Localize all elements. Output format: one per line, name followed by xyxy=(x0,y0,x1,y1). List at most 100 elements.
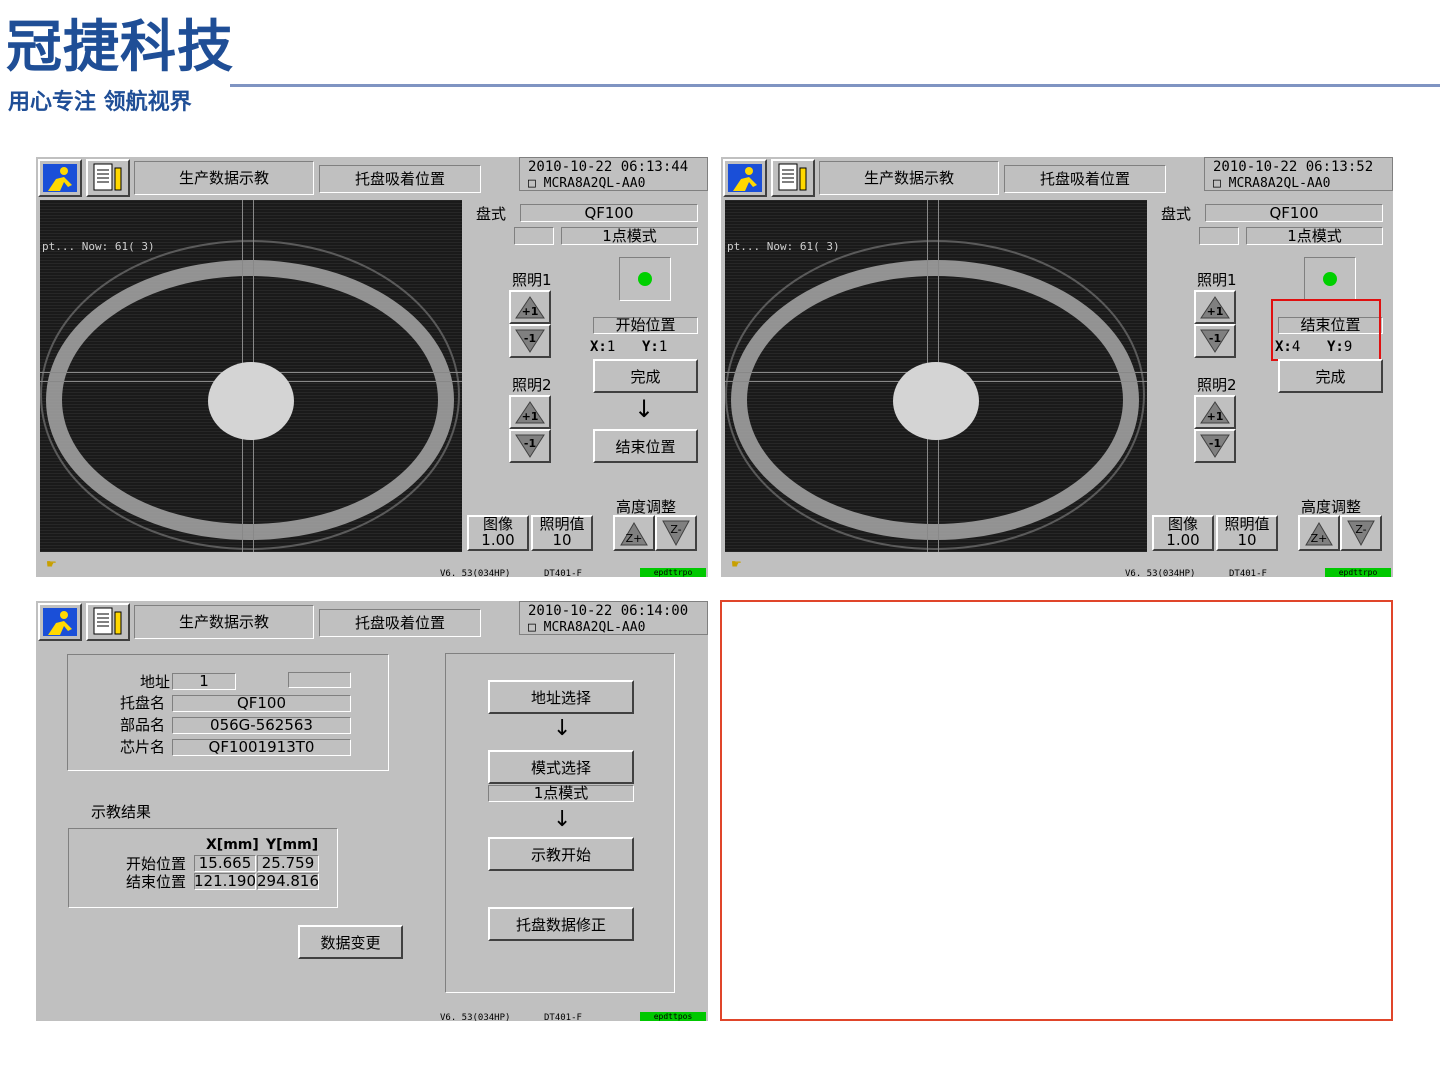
document-icon xyxy=(93,163,122,191)
mode-value: 1点模式 xyxy=(1246,227,1383,245)
light-value-button[interactable]: 照明值 10 xyxy=(1216,515,1278,551)
tray-value: QF100 xyxy=(1205,204,1383,222)
z-minus-button[interactable]: Z- xyxy=(655,515,697,551)
address-select-button[interactable]: 地址选择 xyxy=(488,680,634,714)
model-name: □ MCRA8A2QL-AA0 xyxy=(1213,176,1331,191)
light2-plus-button[interactable]: +1 xyxy=(1194,395,1236,429)
model-text: MCRA8A2QL-AA0 xyxy=(1228,176,1331,191)
light-value: 10 xyxy=(1237,531,1257,549)
brand-slogan: 用心专注 领航视界 xyxy=(8,90,192,115)
light-value: 10 xyxy=(552,531,572,549)
chip-blob xyxy=(893,362,979,440)
svg-text:Z+: Z+ xyxy=(626,532,643,545)
z-plus-button[interactable]: Z+ xyxy=(613,515,655,551)
position-y: Y:1 xyxy=(642,339,668,355)
arrow-down-icon: ↓ xyxy=(553,807,572,832)
svg-text:Z-: Z- xyxy=(670,523,681,536)
data-list-button[interactable] xyxy=(86,603,130,641)
data-change-button[interactable]: 数据变更 xyxy=(298,925,403,959)
model-code: DT401-F xyxy=(544,569,582,577)
status-flags: epdttpos xyxy=(640,1012,706,1021)
operator-button[interactable] xyxy=(38,159,82,197)
end-position-button[interactable]: 结束位置 xyxy=(593,429,698,463)
svg-text:Z-: Z- xyxy=(1355,523,1366,536)
teach-start-button[interactable]: 示教开始 xyxy=(488,837,634,871)
address-value: 1 xyxy=(172,673,236,690)
version-text: V6. 53(034HP) xyxy=(440,1013,511,1021)
part-name-label: 部品名 xyxy=(120,716,166,734)
z-minus-button[interactable]: Z- xyxy=(1340,515,1382,551)
svg-text:+1: +1 xyxy=(522,410,539,423)
operator-icon xyxy=(43,608,77,636)
tray-label: 盘式 xyxy=(476,205,507,223)
mode-value: 1点模式 xyxy=(488,785,634,802)
brand-divider xyxy=(230,84,1440,87)
col-y-header: Y[mm] xyxy=(266,837,319,853)
position-x: X:1 xyxy=(590,339,616,355)
page-subtitle: 托盘吸着位置 xyxy=(319,165,481,193)
light1-minus-button[interactable]: -1 xyxy=(509,324,551,358)
triangle-down-icon: -1 xyxy=(1200,434,1230,458)
datetime: 2010-10-22 06:14:00 xyxy=(528,603,689,619)
start-position-label: 开始位置 xyxy=(126,855,187,873)
version-text: V6. 53(034HP) xyxy=(440,569,511,577)
z-plus-button[interactable]: Z+ xyxy=(1298,515,1340,551)
tray-data-fix-button[interactable]: 托盘数据修正 xyxy=(488,907,634,941)
camera-view[interactable]: pt... Now: 61( 3) xyxy=(40,200,462,552)
chip-name-value: QF1001913T0 xyxy=(172,739,351,756)
mode-select-button[interactable]: 模式选择 xyxy=(488,750,634,784)
svg-text:Z+: Z+ xyxy=(1311,532,1328,545)
status-flags: epdttrpo xyxy=(1325,568,1391,577)
light2-plus-button[interactable]: +1 xyxy=(509,395,551,429)
triangle-down-icon: -1 xyxy=(515,329,545,353)
triangle-up-icon: +1 xyxy=(1200,401,1230,424)
end-position-label: 结束位置 xyxy=(126,873,187,891)
position-label: 开始位置 xyxy=(593,317,698,334)
datetime: 2010-10-22 06:13:52 xyxy=(1213,159,1374,175)
light2-minus-button[interactable]: -1 xyxy=(1194,429,1236,463)
light-value-button[interactable]: 照明值 10 xyxy=(531,515,593,551)
image-value: 1.00 xyxy=(481,531,515,549)
svg-text:-1: -1 xyxy=(524,332,536,345)
image-button[interactable]: 图像 1.00 xyxy=(1152,515,1214,551)
triangle-down-icon: -1 xyxy=(515,434,545,458)
camera-view[interactable]: pt... Now: 61( 3) xyxy=(725,200,1147,552)
operator-button[interactable] xyxy=(38,603,82,641)
empty-placeholder-panel xyxy=(720,600,1393,1021)
light1-plus-button[interactable]: +1 xyxy=(509,290,551,324)
model-name: □ MCRA8A2QL-AA0 xyxy=(528,176,646,191)
start-x-value: 15.665 xyxy=(194,855,256,872)
chip-name-label: 芯片名 xyxy=(120,738,166,756)
done-button[interactable]: 完成 xyxy=(593,359,698,393)
page-title: 生产数据示教 xyxy=(819,161,999,195)
triangle-up-icon: +1 xyxy=(1200,296,1230,319)
light2-minus-button[interactable]: -1 xyxy=(509,429,551,463)
triangle-up-icon: +1 xyxy=(515,401,545,424)
done-button[interactable]: 完成 xyxy=(1278,359,1383,393)
data-list-button[interactable] xyxy=(86,159,130,197)
document-icon xyxy=(778,163,807,191)
svg-text:+1: +1 xyxy=(522,305,539,318)
operator-button[interactable] xyxy=(723,159,767,197)
arrow-down-icon: Z- xyxy=(1347,520,1375,547)
tray-name-value: QF100 xyxy=(172,695,351,712)
tray-label: 盘式 xyxy=(1161,205,1192,223)
page-title: 生产数据示教 xyxy=(134,605,314,639)
model-code: DT401-F xyxy=(544,1013,582,1021)
light1-plus-button[interactable]: +1 xyxy=(1194,290,1236,324)
hand-icon: ☛ xyxy=(731,557,742,571)
part-name-value: 056G-562563 xyxy=(172,717,351,734)
model-text: MCRA8A2QL-AA0 xyxy=(543,176,646,191)
highlight-box xyxy=(1271,299,1381,361)
page-title: 生产数据示教 xyxy=(134,161,314,195)
svg-text:+1: +1 xyxy=(1207,305,1224,318)
brand-title: 冠捷科技 xyxy=(6,15,234,80)
image-button[interactable]: 图像 1.00 xyxy=(467,515,529,551)
camera-overlay-text: pt... Now: 61( 3) xyxy=(42,240,155,253)
triangle-up-icon: +1 xyxy=(515,296,545,319)
light1-minus-button[interactable]: -1 xyxy=(1194,324,1236,358)
data-list-button[interactable] xyxy=(771,159,815,197)
datetime-box: 2010-10-22 06:13:44 □ MCRA8A2QL-AA0 xyxy=(519,157,708,191)
mode-blank xyxy=(514,227,554,245)
status-indicator xyxy=(619,257,671,301)
